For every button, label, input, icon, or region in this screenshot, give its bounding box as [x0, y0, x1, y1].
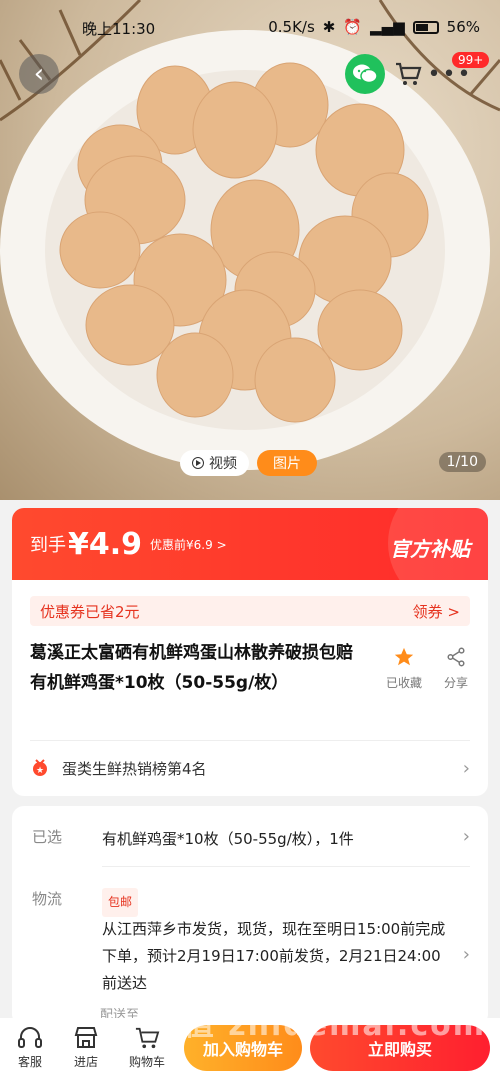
play-icon	[192, 457, 204, 469]
original-price-link[interactable]: 优惠前¥6.9 >	[150, 536, 227, 553]
wechat-icon	[353, 64, 378, 84]
wechat-share-button[interactable]	[345, 54, 385, 94]
cart-icon	[396, 62, 422, 85]
share-icon	[447, 647, 465, 667]
image-counter: 1/10	[438, 452, 486, 472]
chevron-left-icon: ‹	[33, 59, 45, 89]
network-speed: 0.5K/s	[268, 18, 315, 36]
tab-photo[interactable]: 图片	[257, 450, 317, 476]
official-subsidy-label: 官方补贴	[390, 537, 470, 561]
product-image-gallery[interactable]: 晚上11:30 0.5K/s ✱ ⏰ ▂▄▆ 56% ‹ ••• 99+ 视频 …	[0, 0, 500, 500]
ranking-row[interactable]: ★ 蛋类生鲜热销榜第4名 ›	[30, 748, 470, 788]
alarm-icon: ⏰	[343, 18, 363, 36]
logistics-row[interactable]: 物流 包邮 从江西萍乡市发货，现货，现在至明日15:00前完成下单，预计2月19…	[30, 888, 470, 998]
customer-service-label: 客服	[17, 1055, 42, 1069]
purchase-details-card: 已选 有机鲜鸡蛋*10枚（50-55g/枚），1件 › 物流 包邮 从江西萍乡市…	[12, 806, 488, 1026]
coupon-text: 优惠券已省2元	[40, 602, 140, 621]
logistics-text: 从江西萍乡市发货，现货，现在至明日15:00前完成下单，预计2月19日17:00…	[102, 920, 446, 992]
battery-percent: 56%	[446, 18, 480, 36]
site-watermark: 值 zhidemai.com	[183, 1008, 486, 1043]
signal-icon: ▂▄▆	[370, 18, 405, 36]
share-label: 分享	[443, 676, 468, 690]
ranking-text: 蛋类生鲜热销榜第4名	[62, 759, 207, 778]
back-button[interactable]: ‹	[19, 54, 59, 94]
chevron-right-icon: ›	[462, 757, 470, 779]
svg-text:★: ★	[36, 766, 44, 776]
favorite-button[interactable]: 已收藏	[386, 646, 422, 691]
status-bar: 晚上11:30 0.5K/s ✱ ⏰ ▂▄▆ 56%	[0, 14, 500, 42]
logistics-label: 物流	[32, 890, 63, 908]
battery-icon	[412, 20, 439, 34]
bluetooth-icon: ✱	[322, 18, 336, 36]
notification-badge: 99+	[452, 52, 490, 68]
share-button[interactable]: 分享	[444, 646, 468, 691]
product-title: 葛溪正太富硒有机鲜鸡蛋山林散养破损包赔 有机鲜鸡蛋*10枚（50-55g/枚）	[30, 643, 353, 693]
tab-photo-label: 图片	[273, 456, 301, 472]
get-coupon-button[interactable]: 领券 >	[413, 601, 460, 622]
tab-video[interactable]: 视频	[180, 450, 249, 476]
price-banner: 到手 ¥4.9 优惠前¥6.9 > 官方补贴	[12, 508, 488, 580]
chevron-right-icon: ›	[462, 826, 470, 847]
shopping-cart-button[interactable]: 购物车	[119, 1026, 175, 1070]
free-shipping-tag: 包邮	[102, 888, 139, 917]
final-price: ¥4.9	[68, 526, 143, 562]
media-tabs: 视频 图片	[180, 450, 317, 476]
store-label: 进店	[73, 1055, 98, 1069]
selected-spec-row[interactable]: 已选 有机鲜鸡蛋*10枚（50-55g/枚），1件 ›	[30, 826, 470, 856]
cart-button[interactable]	[388, 54, 428, 94]
customer-service-button[interactable]: 客服	[2, 1026, 58, 1070]
store-button[interactable]: 进店	[58, 1026, 114, 1070]
price-prefix: 到手	[30, 535, 66, 556]
headset-icon	[18, 1027, 42, 1048]
divider	[30, 740, 470, 741]
selected-value: 有机鲜鸡蛋*10枚（50-55g/枚），1件	[102, 830, 354, 848]
tab-video-label: 视频	[209, 456, 237, 472]
product-info-card: 到手 ¥4.9 优惠前¥6.9 > 官方补贴 优惠券已省2元 领券 > 葛溪正太…	[12, 508, 488, 796]
title-actions: 已收藏 分享	[386, 646, 468, 691]
selected-label: 已选	[32, 828, 63, 846]
shopping-cart-label: 购物车	[128, 1055, 165, 1069]
star-icon	[394, 647, 414, 666]
store-icon	[74, 1027, 98, 1048]
coupon-row[interactable]: 优惠券已省2元 领券 >	[30, 596, 470, 626]
favorite-label: 已收藏	[385, 676, 422, 690]
cart-icon	[135, 1027, 160, 1049]
medal-icon: ★	[33, 759, 47, 776]
chevron-right-icon: ›	[462, 944, 470, 965]
status-time: 晚上11:30	[82, 20, 156, 38]
divider	[102, 866, 470, 867]
logistics-tag-wrap: 包邮	[102, 888, 446, 917]
